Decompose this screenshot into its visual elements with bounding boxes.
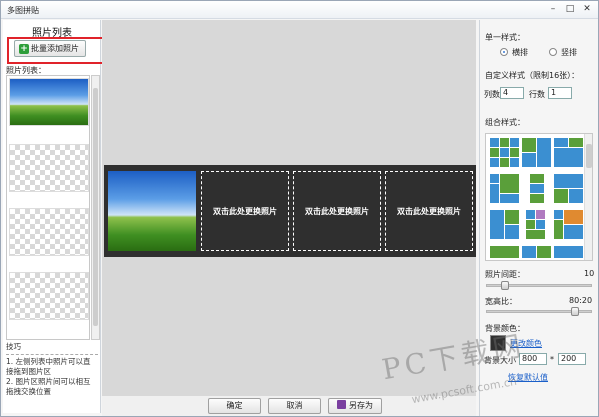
custom-style-label: 自定义样式（限制16张）：	[485, 71, 580, 80]
rows-label: 行数	[529, 90, 545, 99]
window-title: 多图拼贴	[7, 6, 39, 15]
vertical-label: 竖排	[561, 48, 577, 57]
minimize-icon[interactable]: –	[546, 3, 560, 16]
photo-list-panel: 照片列表 + 批量添加照片 照片列表： 技巧 1. 左侧列表中照片可以直接拖到图…	[3, 20, 101, 413]
bg-height-input[interactable]: 200	[558, 353, 586, 365]
style-option[interactable]	[554, 210, 584, 240]
single-style-label: 单一样式：	[485, 33, 525, 42]
tips-divider	[6, 354, 98, 355]
annotation-highlight-box	[7, 37, 106, 64]
maximize-icon[interactable]: □	[563, 3, 577, 16]
tip-item: 2. 图片区照片间可以相互拖拽交换位置	[6, 377, 91, 396]
save-icon	[337, 400, 346, 409]
bg-color-label: 背景颜色：	[485, 324, 525, 333]
collage-window: 多图拼贴 – □ ✕ 照片列表 + 批量添加照片 照片列表： 技巧 1. 左侧列…	[0, 0, 599, 417]
style-option[interactable]	[522, 174, 552, 204]
columns-input[interactable]: 4	[500, 87, 524, 99]
combo-style-gallery[interactable]	[485, 133, 593, 261]
photo-thumbnail[interactable]	[9, 78, 89, 126]
style-option[interactable]	[554, 174, 584, 204]
style-option[interactable]	[554, 246, 584, 260]
style-option[interactable]	[490, 246, 520, 260]
style-settings-panel: 单一样式： 横排 竖排 自定义样式（限制16张）： 列数 4 行数 1 组合样式…	[479, 20, 598, 416]
combo-style-label: 组合样式：	[485, 118, 525, 127]
horizontal-radio[interactable]	[500, 48, 508, 56]
spacing-label: 照片间距：	[485, 270, 525, 279]
collage-slot-photo[interactable]	[108, 171, 196, 251]
style-option[interactable]	[522, 138, 552, 168]
photo-list-scrollbar[interactable]	[91, 75, 100, 340]
spacing-slider-knob[interactable]	[501, 281, 509, 290]
collage-canvas[interactable]: 双击此处更换照片 双击此处更换照片 双击此处更换照片	[104, 165, 476, 257]
collage-slot-empty[interactable]: 双击此处更换照片	[201, 171, 289, 251]
style-option[interactable]	[490, 174, 520, 204]
scrollbar-thumb[interactable]	[93, 88, 98, 326]
ratio-slider[interactable]	[486, 307, 592, 316]
tips-section: 技巧 1. 左侧列表中照片可以直接拖到图片区 2. 图片区照片间可以相互拖拽交换…	[6, 342, 98, 397]
bg-color-swatch[interactable]	[490, 335, 506, 351]
empty-thumbnail[interactable]	[9, 208, 89, 256]
vertical-radio[interactable]	[549, 48, 557, 56]
reset-defaults-link[interactable]: 恢复默认值	[508, 372, 548, 383]
title-bar: 多图拼贴 – □ ✕	[1, 1, 598, 19]
style-option[interactable]	[554, 138, 584, 168]
tip-item: 1. 左侧列表中照片可以直接拖到图片区	[6, 357, 91, 376]
change-color-link[interactable]: 更改颜色	[510, 338, 542, 349]
spacing-slider[interactable]	[486, 281, 592, 290]
collage-canvas-area: 双击此处更换照片 双击此处更换照片 双击此处更换照片	[102, 20, 476, 396]
ratio-label: 宽高比：	[485, 297, 517, 306]
empty-thumbnail[interactable]	[9, 272, 89, 320]
style-option[interactable]	[522, 210, 552, 240]
style-option[interactable]	[522, 246, 552, 260]
columns-label: 列数	[484, 90, 500, 99]
ratio-slider-knob[interactable]	[571, 307, 579, 316]
rows-input[interactable]: 1	[548, 87, 572, 99]
cancel-button[interactable]: 取消	[268, 398, 321, 414]
scrollbar-thumb[interactable]	[586, 144, 592, 168]
style-option[interactable]	[490, 138, 520, 168]
style-option[interactable]	[490, 210, 520, 240]
ok-button[interactable]: 确定	[208, 398, 261, 414]
bg-size-separator: *	[550, 355, 554, 364]
collage-slot-empty[interactable]: 双击此处更换照片	[293, 171, 381, 251]
spacing-value: 10	[584, 269, 595, 278]
close-icon[interactable]: ✕	[580, 3, 594, 16]
photo-thumbnail-list[interactable]	[6, 75, 90, 340]
save-as-button[interactable]: 另存为	[328, 398, 382, 414]
dialog-footer: 确定 取消 另存为	[102, 396, 476, 416]
collage-slot-empty[interactable]: 双击此处更换照片	[385, 171, 473, 251]
style-gallery-scrollbar[interactable]	[584, 134, 592, 260]
ratio-value: 80:20	[569, 296, 593, 305]
empty-thumbnail[interactable]	[9, 144, 89, 192]
horizontal-label: 横排	[512, 48, 528, 57]
save-as-label: 另存为	[349, 401, 373, 410]
bg-width-input[interactable]: 800	[519, 353, 547, 365]
bg-size-label: 背景大小	[484, 356, 516, 365]
tips-title: 技巧	[6, 342, 21, 351]
